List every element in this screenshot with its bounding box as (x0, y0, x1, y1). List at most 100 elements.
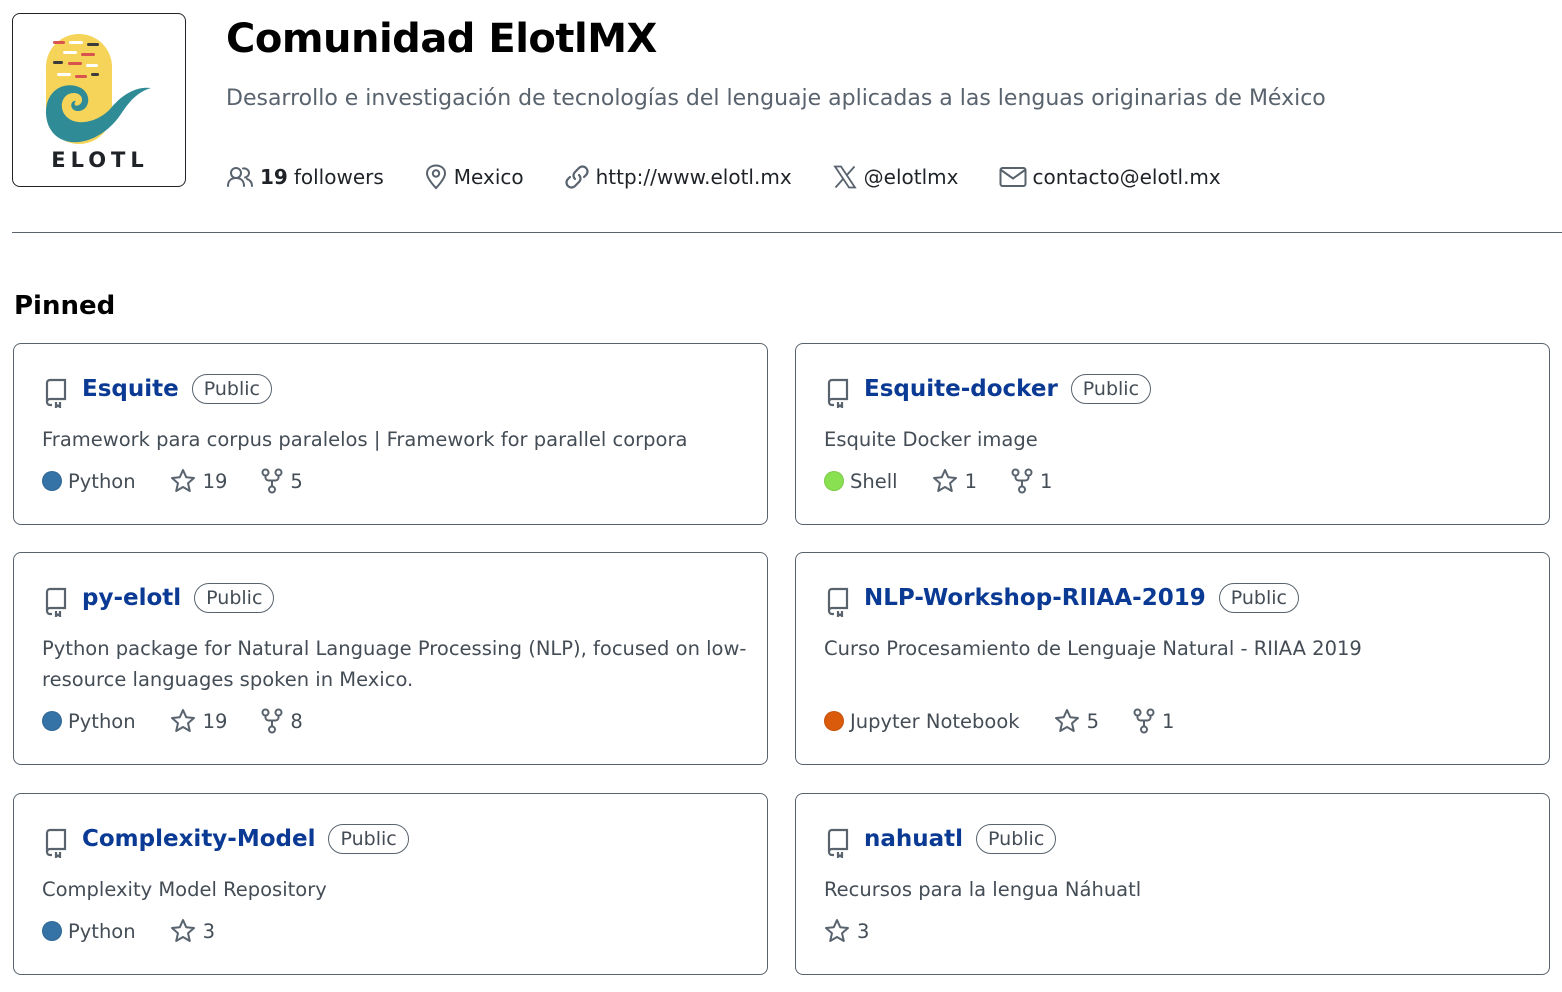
repo-icon (827, 378, 849, 408)
fork-icon (1133, 708, 1155, 734)
org-description: Desarrollo e investigación de tecnología… (226, 86, 1326, 111)
forks-link[interactable]: 1 (1133, 708, 1174, 734)
logo-text: ELOTL (51, 148, 149, 172)
star-icon (825, 919, 849, 942)
mail-icon (999, 167, 1026, 187)
repo-stats: 3 (824, 918, 903, 944)
star-count: 5 (1086, 709, 1099, 733)
stars-link[interactable]: 19 (170, 708, 228, 734)
stars-link[interactable]: 19 (170, 468, 228, 494)
location: Mexico (424, 164, 524, 190)
repo-language: Shell (824, 470, 898, 493)
repo-language: Python (42, 710, 136, 733)
star-icon (170, 709, 195, 732)
fork-count: 8 (290, 709, 303, 733)
followers-link[interactable]: 19 followers (226, 165, 384, 189)
star-count: 19 (202, 709, 228, 733)
website-link[interactable]: http://www.elotl.mx (564, 164, 792, 190)
pinned-repo-card: NLP-Workshop-RIIAA-2019 Public Curso Pro… (795, 552, 1550, 765)
pinned-repo-card: Esquite-docker Public Esquite Docker ima… (795, 343, 1550, 525)
people-icon (227, 167, 253, 187)
repo-name-link[interactable]: Esquite-docker (864, 376, 1058, 402)
visibility-badge: Public (328, 824, 409, 854)
visibility-badge: Public (194, 583, 275, 613)
visibility-badge: Public (1218, 583, 1299, 613)
website-url: http://www.elotl.mx (595, 165, 792, 189)
org-name: Comunidad ElotlMX (226, 16, 657, 62)
star-count: 19 (202, 469, 228, 493)
fork-count: 1 (1162, 709, 1175, 733)
repo-stats: Python 19 8 (42, 708, 337, 734)
star-icon (932, 469, 957, 492)
pinned-repo-card: py-elotl Public Python package for Natur… (13, 552, 768, 765)
repo-icon (45, 378, 67, 408)
forks-link[interactable]: 5 (261, 468, 303, 494)
fork-icon (261, 468, 283, 494)
stars-link[interactable]: 1 (932, 468, 977, 494)
repo-name-link[interactable]: Complexity-Model (82, 826, 315, 852)
language-color-dot (824, 711, 844, 731)
visibility-badge: Public (191, 374, 272, 404)
fork-icon (1011, 468, 1033, 494)
stars-link[interactable]: 5 (1054, 708, 1099, 734)
star-count: 3 (857, 919, 870, 943)
repo-name-link[interactable]: Esquite (82, 376, 179, 402)
pinned-title: Pinned (14, 291, 116, 321)
star-icon (170, 919, 195, 942)
pinned-repo-card: Complexity-Model Public Complexity Model… (13, 793, 768, 975)
fork-count: 1 (1040, 469, 1053, 493)
language-color-dot (824, 471, 844, 491)
stars-link[interactable]: 3 (824, 918, 869, 944)
repo-description: Curso Procesamiento de Lenguaje Natural … (824, 637, 1362, 660)
location-icon (425, 164, 446, 190)
repo-icon (827, 828, 849, 858)
forks-link[interactable]: 1 (1011, 468, 1052, 494)
language-color-dot (42, 921, 62, 941)
star-count: 1 (964, 469, 977, 493)
language-name: Python (68, 469, 136, 493)
repo-stats: Python 19 5 (42, 468, 337, 494)
repo-name-link[interactable]: py-elotl (82, 585, 181, 611)
x-logo-icon (832, 165, 857, 189)
org-avatar[interactable]: ELOTL (12, 13, 186, 187)
pinned-repo-card: Esquite Public Framework para corpus par… (13, 343, 768, 525)
twitter-handle: @elotlmx (863, 165, 959, 189)
visibility-badge: Public (976, 824, 1057, 854)
repo-description: Python package for Natural Language Proc… (42, 637, 747, 691)
star-icon (1054, 709, 1079, 732)
language-color-dot (42, 471, 62, 491)
followers-count: 19 (260, 165, 288, 189)
language-name: Python (68, 919, 136, 943)
language-name: Shell (850, 469, 898, 493)
repo-icon (45, 587, 67, 617)
repo-icon (827, 587, 849, 617)
repo-stats: Jupyter Notebook 5 1 (824, 708, 1208, 734)
location-text: Mexico (453, 165, 524, 189)
repo-description: Complexity Model Repository (42, 878, 327, 901)
forks-link[interactable]: 8 (261, 708, 303, 734)
twitter-link[interactable]: @elotlmx (832, 164, 959, 190)
email-address: contacto@elotl.mx (1032, 165, 1221, 189)
link-icon (565, 165, 589, 189)
repo-stats: Shell 1 1 (824, 468, 1086, 494)
language-color-dot (42, 711, 62, 731)
star-count: 3 (202, 919, 216, 943)
email-link[interactable]: contacto@elotl.mx (999, 165, 1221, 189)
language-name: Python (68, 709, 136, 733)
repo-name-link[interactable]: NLP-Workshop-RIIAA-2019 (864, 585, 1206, 611)
language-name: Jupyter Notebook (850, 709, 1020, 733)
repo-description: Recursos para la lengua Náhuatl (824, 878, 1142, 901)
org-meta: 19 followers Mexico http://www.elotl.mx … (226, 160, 1261, 194)
fork-count: 5 (290, 469, 303, 493)
repo-language: Python (42, 470, 136, 493)
visibility-badge: Public (1070, 374, 1152, 404)
header-divider (12, 232, 1562, 233)
pinned-repo-card: nahuatl Public Recursos para la lengua N… (795, 793, 1550, 975)
star-icon (170, 469, 195, 492)
fork-icon (261, 708, 283, 734)
followers-label: followers (293, 165, 384, 189)
stars-link[interactable]: 3 (170, 918, 215, 944)
repo-name-link[interactable]: nahuatl (864, 826, 963, 852)
repo-stats: Python 3 (42, 918, 249, 944)
repo-icon (45, 828, 67, 858)
